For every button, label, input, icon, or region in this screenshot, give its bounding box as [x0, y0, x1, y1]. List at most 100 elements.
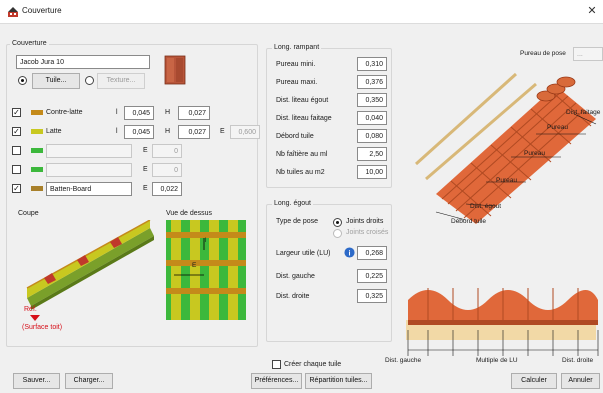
- coupe-label: Coupe: [18, 210, 39, 217]
- dist-gauche-label: Dist. gauche: [276, 273, 315, 280]
- layer-value-field[interactable]: 0,022: [152, 182, 182, 196]
- info-icon[interactable]: i: [344, 247, 355, 258]
- layer-field-label: E: [220, 128, 225, 135]
- rampant-row-field[interactable]: 0,376: [357, 75, 387, 89]
- creer-chaque-tuile-checkbox[interactable]: [272, 360, 281, 369]
- pureau-de-pose-label: Pureau de pose: [520, 50, 566, 57]
- dessus-label: Vue de dessus: [166, 210, 213, 217]
- dist-droite-illus-label: Dist. droite: [562, 357, 594, 364]
- dist-faitage-label: Dist. faitage: [566, 109, 601, 116]
- window-title: Couverture: [22, 6, 62, 15]
- pureau-de-pose-field[interactable]: ...: [573, 47, 603, 61]
- largeur-utile-field[interactable]: 0,268: [357, 246, 387, 260]
- preferences-button[interactable]: Préférences...: [251, 373, 302, 389]
- rampant-row-label: Débord tuile: [276, 133, 314, 140]
- layer-value-field[interactable]: 0,045: [124, 125, 154, 139]
- dist-droite-label: Dist. droite: [276, 293, 310, 300]
- tuile-button[interactable]: Tuile...: [32, 73, 80, 89]
- surface-toit-label: (Surface toit): [22, 324, 63, 331]
- tuile-radio[interactable]: [18, 76, 27, 85]
- type-pose-label: Type de pose: [276, 218, 319, 225]
- creer-chaque-tuile-label: Créer chaque tuile: [284, 361, 342, 368]
- layer-checkbox[interactable]: ✓: [12, 108, 21, 117]
- layer-value-field[interactable]: 0,027: [178, 106, 210, 120]
- multiple-lu-label: Multiple de LU: [476, 357, 518, 364]
- texture-radio[interactable]: [85, 76, 94, 85]
- title-bar: [0, 0, 603, 24]
- calculer-button[interactable]: Calculer: [511, 373, 557, 389]
- pureau-label-1: Pureau: [547, 124, 568, 131]
- covering-name-field[interactable]: Jacob Jura 10: [16, 55, 150, 69]
- layer-checkbox[interactable]: ✓: [12, 127, 21, 136]
- rampant-row-label: Dist. liteau faitage: [276, 115, 332, 122]
- annuler-button[interactable]: Annuler: [561, 373, 600, 389]
- layer-checkbox[interactable]: [12, 146, 21, 155]
- rampant-row-label: Pureau maxi.: [276, 79, 318, 86]
- debord-tuile-label: Débord tuile: [451, 218, 487, 225]
- layer-field-label: E: [143, 185, 148, 192]
- layer-name-field[interactable]: [46, 144, 132, 158]
- dessus-preview: [166, 220, 246, 320]
- rampant-row-label: Pureau mini.: [276, 61, 316, 68]
- egout-group-label: Long. égout: [272, 200, 313, 207]
- charger-button[interactable]: Charger...: [65, 373, 113, 389]
- rampant-row-label: Nb tuiles au m2: [276, 169, 325, 176]
- joints-droits-label: Joints droits: [346, 218, 384, 225]
- layer-value-field[interactable]: 0,045: [124, 106, 154, 120]
- dessus-l-marker: l: [205, 237, 207, 244]
- layer-color-swatch: [31, 186, 43, 191]
- layer-name-field[interactable]: [46, 163, 132, 177]
- sauver-button[interactable]: Sauver...: [13, 373, 60, 389]
- layer-field-label: l: [116, 128, 118, 135]
- largeur-utile-label: Largeur utile (LU): [276, 250, 331, 257]
- tile-thumbnail: [164, 55, 186, 85]
- layer-name: Latte: [46, 128, 62, 135]
- texture-button[interactable]: Texture...: [97, 73, 145, 89]
- roof-front-illustration: [406, 288, 599, 356]
- rampant-row-field[interactable]: 10,00: [357, 165, 387, 179]
- dist-gauche-field[interactable]: 0,225: [357, 269, 387, 283]
- close-icon[interactable]: ✕: [585, 4, 599, 18]
- couverture-group-label: Couverture: [10, 40, 49, 47]
- layer-field-label: H: [165, 109, 171, 116]
- layer-color-swatch: [31, 110, 43, 115]
- coupe-preview: [26, 220, 154, 310]
- dist-egout-label: Dist. égout: [470, 203, 502, 210]
- joints-croises-radio[interactable]: [333, 229, 342, 238]
- rampant-row-field[interactable]: 0,040: [357, 111, 387, 125]
- ref-label: Réf.: [24, 306, 37, 313]
- dist-droite-field[interactable]: 0,325: [357, 289, 387, 303]
- ref-arrow-icon: [30, 315, 40, 321]
- layer-color-swatch: [31, 167, 43, 172]
- layer-value-field[interactable]: 0: [152, 144, 182, 158]
- layer-checkbox[interactable]: ✓: [12, 184, 21, 193]
- rampant-row-label: Nb faîtière au ml: [276, 151, 328, 158]
- layer-field-label: l: [116, 109, 118, 116]
- rampant-group-label: Long. rampant: [272, 44, 322, 51]
- layer-value-field[interactable]: 0,027: [178, 125, 210, 139]
- rampant-row-label: Dist. liteau égout: [276, 97, 329, 104]
- layer-color-swatch: [31, 129, 43, 134]
- roof-app-icon: [8, 7, 18, 17]
- layer-checkbox[interactable]: [12, 165, 21, 174]
- layer-field-label: E: [143, 147, 148, 154]
- roof-3d-illustration: [414, 72, 597, 224]
- layer-color-swatch: [31, 148, 43, 153]
- layer-value-field[interactable]: 0,600: [230, 125, 260, 139]
- svg-text:i: i: [348, 248, 350, 257]
- layer-name-field[interactable]: Batten-Board: [46, 182, 132, 196]
- joints-droits-radio[interactable]: [333, 218, 342, 227]
- rampant-row-field[interactable]: 0,080: [357, 129, 387, 143]
- pureau-label-2: Pureau: [524, 150, 545, 157]
- layer-name: Contre-latte: [46, 109, 83, 116]
- layer-field-label: E: [143, 166, 148, 173]
- pureau-label-3: Pureau: [496, 177, 517, 184]
- layer-field-label: H: [165, 128, 171, 135]
- rampant-row-field[interactable]: 2,50: [357, 147, 387, 161]
- repartition-tuiles-button[interactable]: Répartition tuiles...: [305, 373, 372, 389]
- layer-value-field[interactable]: 0: [152, 163, 182, 177]
- rampant-row-field[interactable]: 0,350: [357, 93, 387, 107]
- dessus-e-marker: E: [192, 262, 197, 269]
- dist-gauche-illus-label: Dist. gauche: [385, 357, 422, 364]
- rampant-row-field[interactable]: 0,310: [357, 57, 387, 71]
